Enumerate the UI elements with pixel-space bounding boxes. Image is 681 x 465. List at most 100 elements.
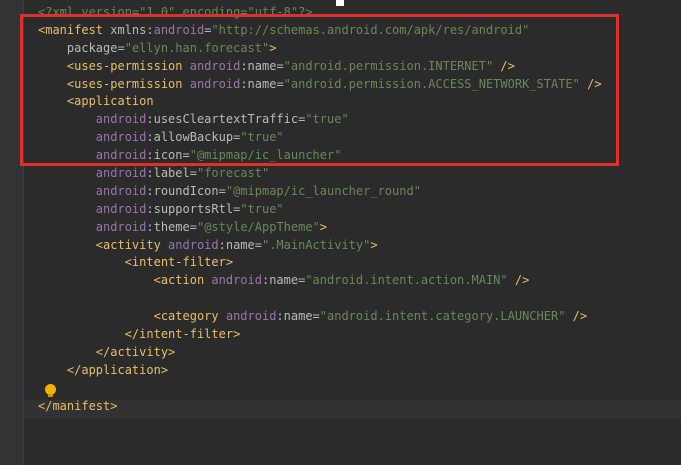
- code-line[interactable]: <activity android:name=".MainActivity">: [38, 237, 602, 255]
- line-gutter[interactable]: [0, 0, 24, 465]
- code-line[interactable]: <uses-permission android:name="android.p…: [38, 58, 602, 76]
- code-line[interactable]: </intent-filter>: [38, 326, 602, 344]
- code-line[interactable]: android:allowBackup="true": [38, 129, 602, 147]
- code-token: "@style/AppTheme": [196, 219, 320, 234]
- lightbulb-icon[interactable]: [45, 384, 56, 397]
- code-token: :label: [146, 166, 190, 181]
- code-token: :name: [240, 58, 277, 73]
- code-token: :name: [276, 309, 313, 324]
- code-token: "android.permission.INTERNET": [283, 58, 494, 73]
- code-line[interactable]: android:label="forecast": [38, 165, 602, 183]
- code-token: :theme: [146, 219, 190, 234]
- code-token: <application: [66, 94, 154, 109]
- code-token: "android.intent.category.LAUNCHER": [319, 309, 566, 324]
- code-line[interactable]: <application: [38, 93, 602, 111]
- code-token: >: [269, 40, 277, 55]
- code-token: :roundIcon: [146, 183, 219, 198]
- code-line[interactable]: android:theme="@style/AppTheme">: [38, 219, 602, 237]
- code-token: "true": [240, 201, 284, 216]
- code-token: />: [579, 76, 602, 91]
- code-line[interactable]: <intent-filter>: [38, 254, 602, 272]
- code-token: =: [189, 219, 197, 234]
- code-token: android: [95, 183, 147, 198]
- code-token: android: [95, 148, 147, 163]
- code-token: "true": [240, 130, 284, 145]
- code-token: />: [493, 58, 515, 73]
- code-token: >: [319, 219, 328, 234]
- code-token: android: [95, 166, 147, 181]
- code-token: "android.intent.action.MAIN": [305, 273, 508, 288]
- code-token: =: [276, 58, 284, 73]
- code-token: :usesCleartextTraffic: [146, 112, 299, 127]
- code-token: android: [225, 309, 277, 324]
- code-line[interactable]: <uses-permission android:name="android.p…: [38, 76, 602, 94]
- code-line[interactable]: android:supportsRtl="true": [38, 201, 602, 219]
- code-token: "@mipmap/ic_launcher": [189, 148, 342, 163]
- code-token: "android.permission.ACCESS_NETWORK_STATE…: [283, 76, 580, 91]
- code-token: android: [189, 58, 241, 73]
- code-line[interactable]: </manifest>: [38, 398, 602, 416]
- code-line[interactable]: </application>: [38, 362, 602, 380]
- code-token: <action: [153, 273, 212, 288]
- code-line[interactable]: <manifest xmlns:android="http://schemas.…: [38, 22, 602, 40]
- code-token: android: [189, 76, 241, 91]
- xml-code[interactable]: <?xml version="1.0" encoding="utf-8"?> <m…: [38, 4, 602, 415]
- code-line[interactable]: package="ellyn.han.forecast">: [38, 40, 602, 58]
- code-line[interactable]: </activity>: [38, 344, 602, 362]
- code-token: />: [565, 309, 588, 324]
- code-token: xmlns:: [110, 22, 154, 37]
- code-token: :allowBackup: [146, 130, 234, 145]
- code-token: "forecast": [196, 166, 270, 181]
- code-token: package: [66, 40, 118, 55]
- code-token: android: [211, 273, 262, 288]
- code-token: =: [254, 237, 262, 252]
- code-line[interactable]: <action android:name="android.intent.act…: [38, 272, 602, 290]
- code-token: :name: [240, 76, 277, 91]
- code-line[interactable]: android:roundIcon="@mipmap/ic_launcher_r…: [38, 183, 602, 201]
- code-token: :name: [218, 237, 255, 252]
- code-token: :supportsRtl: [146, 201, 234, 216]
- code-line[interactable]: android:icon="@mipmap/ic_launcher": [38, 147, 602, 165]
- code-token: android: [95, 219, 147, 234]
- code-token: <?xml version="1.0" encoding="utf-8"?>: [38, 5, 313, 19]
- code-token: =: [312, 309, 320, 324]
- code-token: =: [117, 40, 125, 55]
- code-token: android: [95, 201, 147, 216]
- code-line[interactable]: [38, 380, 602, 398]
- code-token: >: [370, 237, 378, 252]
- code-line[interactable]: <category android:name="android.intent.c…: [38, 308, 602, 326]
- code-token: =: [189, 166, 197, 181]
- code-token: <category: [153, 309, 226, 324]
- code-token: />: [507, 273, 530, 288]
- code-line[interactable]: <?xml version="1.0" encoding="utf-8"?>: [38, 4, 602, 22]
- code-token: "ellyn.han.forecast": [124, 40, 270, 55]
- code-token: <uses-permission: [66, 58, 190, 73]
- code-token: android: [153, 22, 205, 37]
- code-line[interactable]: android:usesCleartextTraffic="true": [38, 111, 602, 129]
- code-token: =: [276, 76, 284, 91]
- code-token: ".MainActivity": [261, 237, 371, 252]
- code-token: =: [182, 148, 190, 163]
- code-token: </manifest>: [38, 398, 118, 413]
- code-token: <uses-permission: [66, 76, 190, 91]
- code-token: android: [95, 130, 147, 145]
- code-token: android: [168, 237, 219, 252]
- code-token: <manifest: [38, 22, 111, 37]
- code-token: <intent-filter>: [124, 255, 234, 270]
- code-token: </intent-filter>: [124, 327, 241, 342]
- code-line[interactable]: [38, 290, 602, 308]
